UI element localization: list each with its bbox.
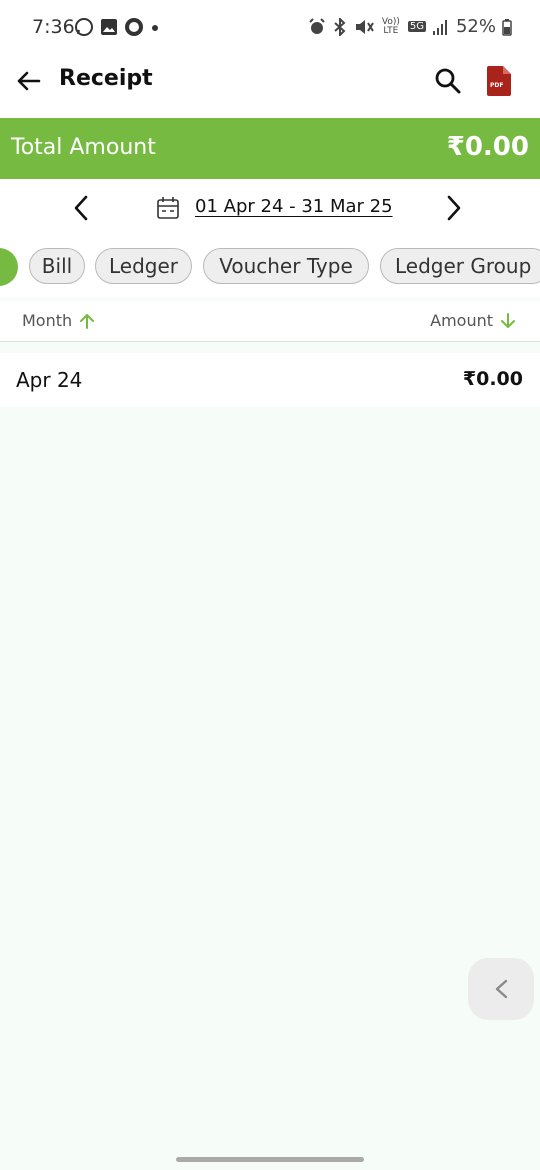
filter-chip-row: Bill Ledger Voucher Type Ledger Group: [0, 237, 540, 297]
column-month[interactable]: Month: [22, 311, 95, 330]
chevron-right-icon[interactable]: [441, 193, 467, 223]
calendar-icon[interactable]: [156, 196, 180, 220]
row-amount: ₹0.00: [462, 368, 523, 390]
back-arrow-icon[interactable]: [14, 66, 44, 96]
arrow-down-icon: [501, 312, 515, 328]
column-month-label: Month: [22, 311, 73, 330]
date-range-text[interactable]: 01 Apr 24 - 31 Mar 25: [195, 196, 393, 217]
table-header: Month Amount: [0, 301, 540, 342]
mute-icon: [355, 19, 374, 34]
alarm-icon: [309, 17, 325, 34]
column-amount-label: Amount: [430, 311, 493, 330]
status-notification-icons: [74, 17, 160, 37]
volte-label: Vo)) LTE: [381, 16, 400, 36]
app-bar: Receipt PDF: [0, 56, 540, 118]
chip-voucher-type[interactable]: Voucher Type: [203, 248, 369, 284]
battery-percent: 52%: [455, 16, 496, 37]
pdf-icon: [487, 66, 511, 96]
whatsapp-icon: [75, 18, 93, 36]
date-range-bar: 01 Apr 24 - 31 Mar 25: [0, 179, 540, 237]
page-title: Receipt: [59, 66, 153, 91]
total-amount-label: Total Amount: [11, 135, 156, 160]
pdf-badge-label: PDF: [490, 82, 504, 89]
total-amount-banner: Total Amount ₹0.00: [0, 118, 540, 179]
arrow-up-icon: [80, 313, 95, 329]
chevron-left-icon[interactable]: [68, 193, 94, 223]
5g-label: 5G: [407, 21, 426, 32]
table-row[interactable]: Apr 24 ₹0.00: [0, 353, 540, 407]
chip-ledger-group[interactable]: Ledger Group: [380, 248, 540, 284]
status-system-icons: Vo)) LTE 5G 52%: [308, 16, 512, 37]
battery-icon: [502, 18, 512, 36]
chip-active-selected[interactable]: [0, 248, 18, 286]
total-amount-value: ₹0.00: [446, 132, 529, 162]
gallery-icon: [101, 19, 117, 35]
status-time: 7:36: [32, 16, 75, 38]
chip-ledger[interactable]: Ledger: [95, 248, 192, 284]
record-icon: [125, 18, 143, 36]
pdf-export-button[interactable]: PDF: [487, 66, 511, 96]
bluetooth-icon: [334, 17, 346, 36]
search-icon[interactable]: [434, 67, 462, 95]
status-bar: 7:36 Vo)) LTE 5G 52%: [0, 0, 540, 56]
edge-panel-handle[interactable]: [468, 958, 534, 1020]
row-month: Apr 24: [16, 368, 83, 392]
dot-icon: [152, 25, 158, 31]
chevron-left-icon: [495, 979, 508, 999]
column-amount[interactable]: Amount: [430, 311, 516, 330]
chip-bill[interactable]: Bill: [29, 248, 85, 284]
signal-icon: [432, 19, 447, 35]
home-indicator[interactable]: [176, 1157, 364, 1162]
